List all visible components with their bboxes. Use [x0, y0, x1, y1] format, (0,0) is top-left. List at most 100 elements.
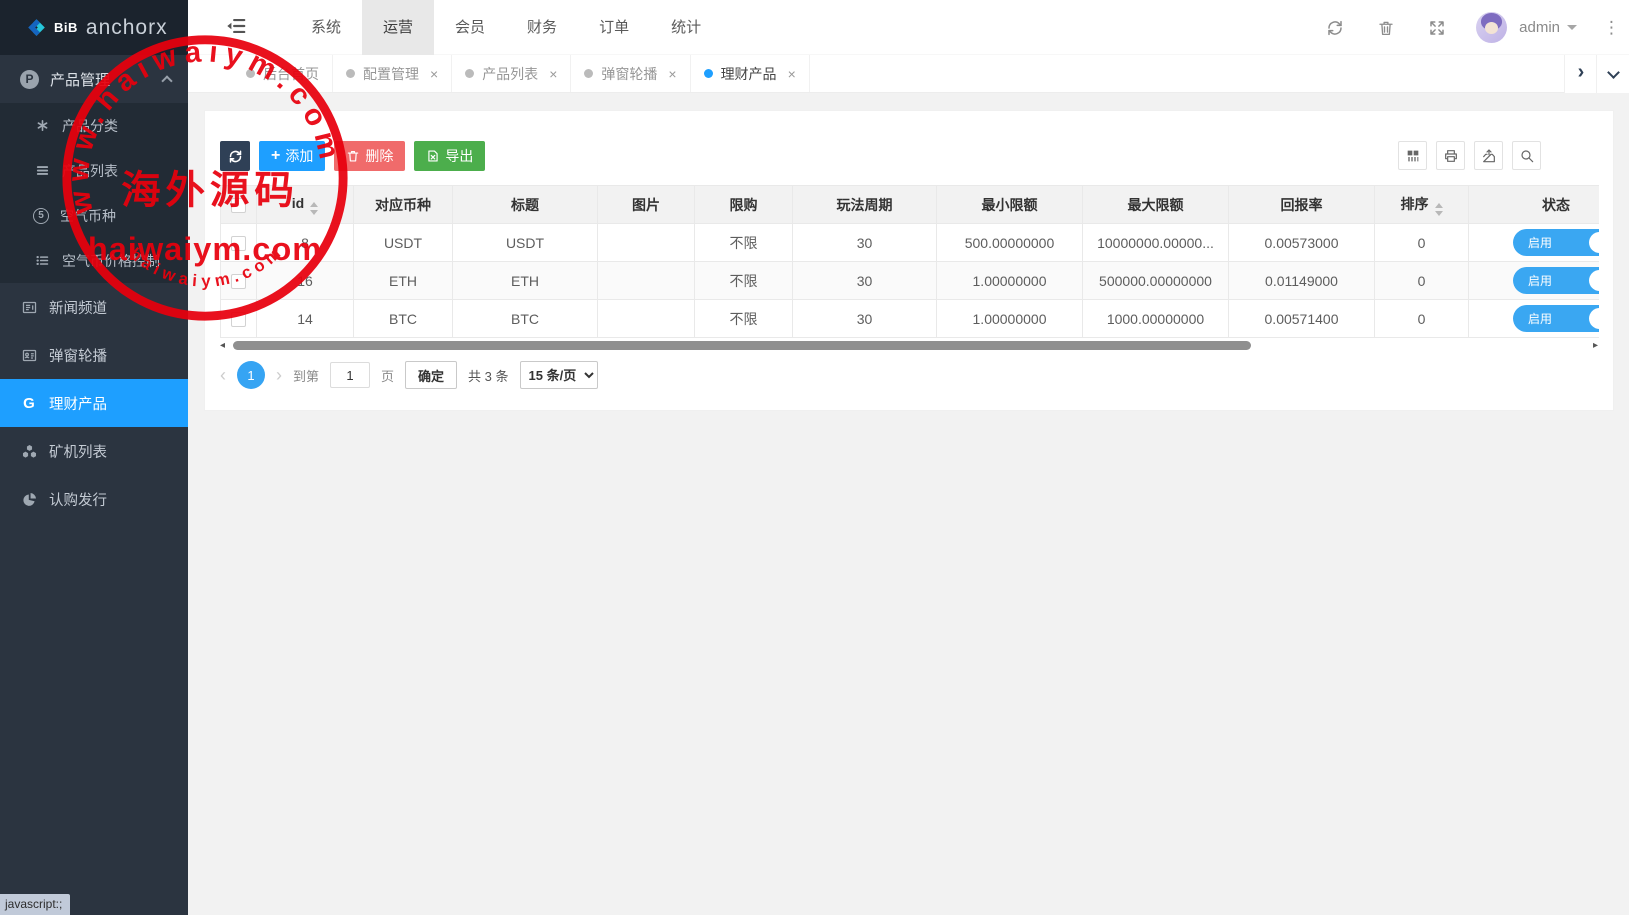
- fullscreen-icon[interactable]: [1428, 19, 1446, 37]
- next-page-icon[interactable]: ›: [276, 366, 282, 384]
- nav-item-finance[interactable]: 财务: [506, 0, 578, 55]
- nav-item-system[interactable]: 系统: [290, 0, 362, 55]
- confirm-button[interactable]: 确定: [405, 361, 457, 389]
- sidebar-item-product-list[interactable]: 产品列表: [0, 148, 188, 193]
- row-checkbox[interactable]: [231, 274, 246, 289]
- per-page-select[interactable]: 15 条/页: [520, 361, 598, 389]
- export-file-icon: [426, 149, 440, 163]
- refresh-icon[interactable]: [1326, 19, 1344, 37]
- more-menu-icon[interactable]: ⋮: [1603, 19, 1620, 36]
- sidebar-item-miner-list[interactable]: 矿机列表: [0, 427, 188, 475]
- add-button-label: 添加: [285, 146, 313, 166]
- username[interactable]: admin: [1519, 19, 1560, 36]
- brand[interactable]: BiB anchorx: [0, 0, 188, 55]
- tab-menu-icon[interactable]: [1596, 55, 1629, 93]
- sidebar-item-finance-products[interactable]: G 理财产品: [0, 379, 188, 427]
- status-toggle[interactable]: 启用: [1513, 267, 1599, 294]
- cell-sort: 0: [1375, 300, 1469, 338]
- trash-icon[interactable]: [1377, 19, 1395, 37]
- columns-toggle-button[interactable]: [1398, 141, 1427, 170]
- export-button[interactable]: 导出: [414, 141, 485, 171]
- sort-icon[interactable]: [1435, 203, 1443, 216]
- delete-button-label: 删除: [365, 146, 393, 166]
- nav-item-stats[interactable]: 统计: [650, 0, 722, 55]
- page-input[interactable]: [330, 362, 370, 388]
- select-all-checkbox[interactable]: [231, 198, 246, 213]
- status-toggle[interactable]: 启用: [1513, 305, 1599, 332]
- tab-config[interactable]: 配置管理 ×: [333, 55, 452, 92]
- nav-item-order[interactable]: 订单: [578, 0, 650, 55]
- product-mgmt-icon: P: [20, 70, 39, 89]
- tab-dot-icon: [346, 69, 355, 78]
- print-button[interactable]: [1436, 141, 1465, 170]
- sidebar-item-label: 理财产品: [49, 393, 107, 414]
- export-panel-button[interactable]: [1474, 141, 1503, 170]
- sidebar-toggle-icon[interactable]: [224, 15, 248, 39]
- avatar[interactable]: [1476, 12, 1507, 43]
- printer-icon: [1443, 148, 1459, 164]
- search-button[interactable]: [1512, 141, 1541, 170]
- tab-scroll-right-icon[interactable]: ›: [1564, 55, 1597, 93]
- close-icon[interactable]: ×: [668, 66, 676, 82]
- status-toggle[interactable]: 启用: [1513, 229, 1599, 256]
- tab-label: 配置管理: [363, 64, 419, 84]
- tab-product-list[interactable]: 产品列表 ×: [452, 55, 571, 92]
- asterisk-icon: [33, 118, 51, 133]
- cell-coin: BTC: [354, 300, 453, 338]
- panel-actions: [1398, 141, 1541, 170]
- horizontal-scrollbar[interactable]: ◂ ▸: [220, 340, 1598, 351]
- cubes-icon: [20, 443, 38, 460]
- sidebar-item-subscription-issue[interactable]: 认购发行: [0, 475, 188, 523]
- sidebar-item-product-category[interactable]: 产品分类: [0, 103, 188, 148]
- tab-label: 理财产品: [721, 64, 777, 84]
- status-label: 启用: [1528, 310, 1552, 327]
- tab-finance-products[interactable]: 理财产品 ×: [691, 55, 810, 92]
- list-icon: [33, 253, 51, 268]
- nav-item-member[interactable]: 会员: [434, 0, 506, 55]
- tab-popup-carousel[interactable]: 弹窗轮播 ×: [571, 55, 690, 92]
- col-label: 标题: [511, 197, 539, 213]
- col-label: 限购: [730, 197, 758, 213]
- sidebar-item-label: 产品列表: [62, 161, 118, 181]
- cell-rate: 0.00571400: [1229, 300, 1375, 338]
- delete-button[interactable]: 删除: [334, 141, 405, 171]
- col-sort[interactable]: 排序: [1375, 186, 1469, 224]
- top-header: 系统 运营 会员 财务 订单 统计: [188, 0, 1629, 55]
- refresh-table-button[interactable]: [220, 141, 250, 171]
- tab-home[interactable]: 后台首页: [233, 55, 333, 92]
- toggle-knob: [1589, 270, 1599, 291]
- cell-image: [598, 262, 695, 300]
- chevron-up-icon: [161, 75, 172, 86]
- close-icon[interactable]: ×: [549, 66, 557, 82]
- cell-limit: 不限: [695, 224, 793, 262]
- tab-bar: 后台首页 配置管理 × 产品列表 × 弹窗轮播 × 理财产品 × ›: [188, 55, 1629, 93]
- sidebar-item-label: 认购发行: [49, 489, 107, 510]
- close-icon[interactable]: ×: [430, 66, 438, 82]
- nav-item-operation[interactable]: 运营: [362, 0, 434, 55]
- tab-label: 弹窗轮播: [601, 64, 657, 84]
- row-checkbox[interactable]: [231, 236, 246, 251]
- sidebar-item-popup-carousel[interactable]: 弹窗轮播: [0, 331, 188, 379]
- sidebar-item-air-coin-price[interactable]: 空气币价格控制: [0, 238, 188, 283]
- header-actions: admin ⋮: [1293, 0, 1620, 55]
- cell-id: 16: [257, 262, 354, 300]
- scroll-left-icon[interactable]: ◂: [220, 340, 225, 351]
- sidebar-group-product-mgmt[interactable]: P 产品管理: [0, 55, 188, 103]
- col-id[interactable]: id: [257, 186, 354, 224]
- cell-sort: 0: [1375, 262, 1469, 300]
- sidebar-item-air-coin[interactable]: 5 空气币种: [0, 193, 188, 238]
- sort-icon[interactable]: [310, 202, 318, 215]
- row-checkbox[interactable]: [231, 312, 246, 327]
- add-button[interactable]: + 添加: [259, 141, 325, 171]
- scroll-right-icon[interactable]: ▸: [1593, 340, 1598, 351]
- sidebar-group-label: 产品管理: [50, 69, 110, 90]
- main-nav: 系统 运营 会员 财务 订单 统计: [290, 0, 722, 55]
- close-icon[interactable]: ×: [788, 66, 796, 82]
- upload-box-icon: [1481, 148, 1497, 164]
- sidebar-item-label: 矿机列表: [49, 441, 107, 462]
- prev-page-icon[interactable]: ‹: [220, 366, 226, 384]
- scrollbar-thumb[interactable]: [233, 341, 1251, 350]
- page-1-button[interactable]: 1: [237, 361, 265, 389]
- sidebar-item-news-channel[interactable]: 新闻频道: [0, 283, 188, 331]
- cell-rate: 0.01149000: [1229, 262, 1375, 300]
